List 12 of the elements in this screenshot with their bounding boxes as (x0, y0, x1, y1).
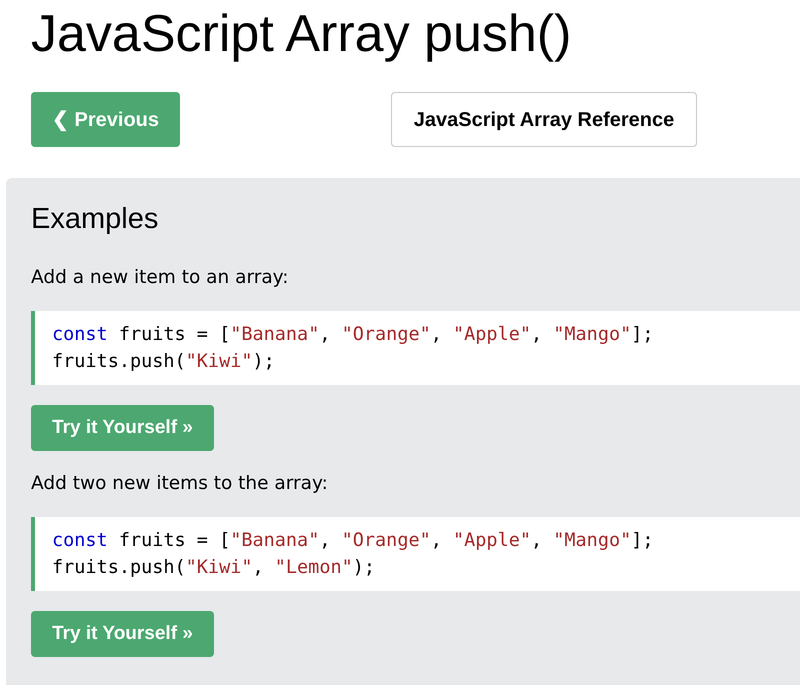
try-it-button[interactable]: Try it Yourself » (31, 405, 214, 451)
code-line: fruits.push("Kiwi", "Lemon"); (52, 556, 376, 580)
try-it-button[interactable]: Try it Yourself » (31, 611, 214, 657)
reference-button[interactable]: JavaScript Array Reference (391, 92, 697, 147)
page-title: JavaScript Array push() (31, 4, 572, 64)
example-description: Add two new items to the array: (31, 472, 328, 496)
code-line: fruits.push("Kiwi"); (52, 350, 275, 374)
section-heading: Examples (31, 202, 158, 236)
code-line: const fruits = ["Banana", "Orange", "Apple", "Mango"]; (52, 529, 654, 553)
code-line: const fruits = ["Banana", "Orange", "Apple", "Mango"]; (52, 323, 654, 347)
previous-button[interactable]: ❮ Previous (31, 92, 180, 147)
example-description: Add a new item to an array: (31, 266, 289, 290)
